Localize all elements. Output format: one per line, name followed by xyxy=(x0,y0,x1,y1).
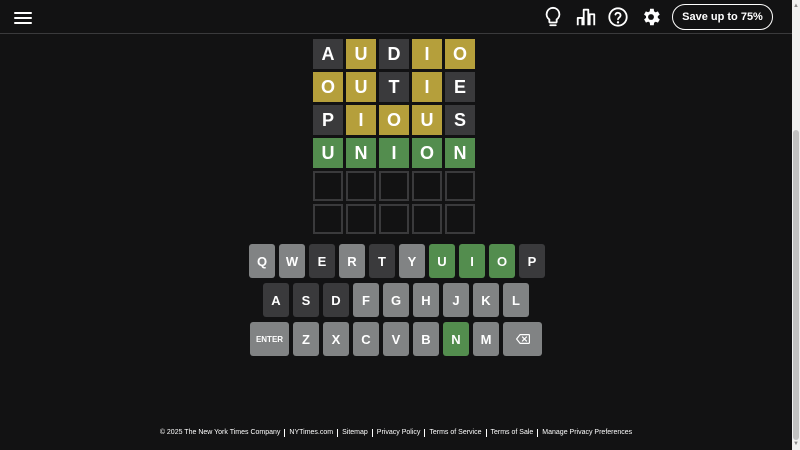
board-tile xyxy=(379,171,409,201)
footer-link[interactable]: Terms of Service xyxy=(425,429,487,437)
on-screen-keyboard: Q W E R T Y U I O P A S D F G H J K L ENTER Z X C V B N M xyxy=(0,244,792,361)
board-tile: O xyxy=(313,72,343,102)
backspace-icon xyxy=(515,334,530,344)
key-k[interactable]: K xyxy=(473,283,499,317)
board-tile: E xyxy=(445,72,475,102)
key-f[interactable]: F xyxy=(353,283,379,317)
board-tile: U xyxy=(346,39,376,69)
key-r[interactable]: R xyxy=(339,244,365,278)
scrollbar-thumb[interactable] xyxy=(793,130,799,440)
lightbulb-icon[interactable] xyxy=(542,6,564,28)
scroll-down-arrow-icon[interactable]: ▼ xyxy=(792,440,800,448)
key-l[interactable]: L xyxy=(503,283,529,317)
key-o[interactable]: O xyxy=(489,244,515,278)
board-tile: S xyxy=(445,105,475,135)
board-tile xyxy=(445,204,475,234)
board-tile: U xyxy=(313,138,343,168)
key-i[interactable]: I xyxy=(459,244,485,278)
board-tile: O xyxy=(379,105,409,135)
board-tile: N xyxy=(346,138,376,168)
game-board: AUDIOOUTIEPIOUSUNION xyxy=(313,39,475,234)
key-a[interactable]: A xyxy=(263,283,289,317)
save-offer-button[interactable]: Save up to 75% xyxy=(672,4,773,30)
board-tile: I xyxy=(379,138,409,168)
key-d[interactable]: D xyxy=(323,283,349,317)
key-w[interactable]: W xyxy=(279,244,305,278)
keyboard-row: QWERTYUIOP xyxy=(0,244,792,278)
key-n[interactable]: N xyxy=(443,322,469,356)
scroll-up-arrow-icon[interactable]: ▲ xyxy=(792,2,800,10)
scrollbar[interactable]: ▲ ▼ xyxy=(792,0,800,450)
board-tile: D xyxy=(379,39,409,69)
footer-link[interactable]: Terms of Sale xyxy=(487,429,539,437)
keyboard-row: ASDFGHJKL xyxy=(0,283,792,317)
board-tile: O xyxy=(412,138,442,168)
key-g[interactable]: G xyxy=(383,283,409,317)
key-h[interactable]: H xyxy=(413,283,439,317)
board-tile xyxy=(313,171,343,201)
board-tile xyxy=(445,171,475,201)
key-s[interactable]: S xyxy=(293,283,319,317)
key-x[interactable]: X xyxy=(323,322,349,356)
key-z[interactable]: Z xyxy=(293,322,319,356)
key-y[interactable]: Y xyxy=(399,244,425,278)
key-j[interactable]: J xyxy=(443,283,469,317)
game-header: Save up to 75% xyxy=(0,0,792,34)
enter-key[interactable]: ENTER xyxy=(250,322,289,356)
gear-icon[interactable] xyxy=(640,6,662,28)
board-tile: P xyxy=(313,105,343,135)
key-c[interactable]: C xyxy=(353,322,379,356)
footer-link[interactable]: Privacy Policy xyxy=(373,429,426,437)
board-tile xyxy=(412,204,442,234)
board-tile xyxy=(346,204,376,234)
board-tile: U xyxy=(412,105,442,135)
key-e[interactable]: E xyxy=(309,244,335,278)
board-tile: U xyxy=(346,72,376,102)
key-p[interactable]: P xyxy=(519,244,545,278)
board-tile: I xyxy=(412,72,442,102)
board-tile: A xyxy=(313,39,343,69)
footer-link[interactable]: NYTimes.com xyxy=(285,429,339,437)
key-m[interactable]: M xyxy=(473,322,499,356)
keyboard-row: ENTER Z X C V B N M xyxy=(0,322,792,356)
stats-icon[interactable] xyxy=(575,6,597,28)
key-v[interactable]: V xyxy=(383,322,409,356)
board-tile: O xyxy=(445,39,475,69)
board-tile: N xyxy=(445,138,475,168)
backspace-key[interactable] xyxy=(503,322,542,356)
board-tile: T xyxy=(379,72,409,102)
key-q[interactable]: Q xyxy=(249,244,275,278)
board-tile xyxy=(346,171,376,201)
footer-link[interactable]: Sitemap xyxy=(338,429,373,437)
help-icon[interactable] xyxy=(607,6,629,28)
key-b[interactable]: B xyxy=(413,322,439,356)
board-tile: I xyxy=(346,105,376,135)
key-u[interactable]: U xyxy=(429,244,455,278)
copyright-text: © 2025 The New York Times Company xyxy=(156,429,286,437)
board-tile: I xyxy=(412,39,442,69)
key-t[interactable]: T xyxy=(369,244,395,278)
board-tile xyxy=(412,171,442,201)
board-tile xyxy=(379,204,409,234)
menu-icon[interactable] xyxy=(14,9,32,25)
footer-link[interactable]: Manage Privacy Preferences xyxy=(538,429,636,437)
page-footer: © 2025 The New York Times Company NYTimes… xyxy=(0,429,792,437)
board-tile xyxy=(313,204,343,234)
